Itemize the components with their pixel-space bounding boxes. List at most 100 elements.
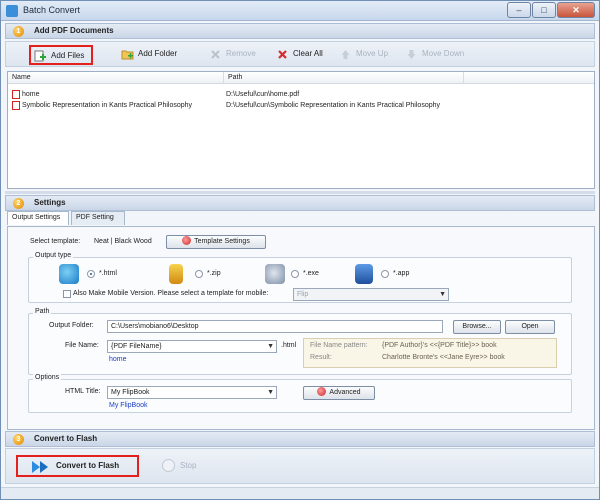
advanced-label: Advanced [329,389,361,396]
tab-pdf-setting[interactable]: PDF Setting [71,211,125,225]
step-3-badge: 3 [13,434,24,445]
section-convert-title: Convert to Flash [34,434,98,443]
pattern-value: {PDF Author}'s <<{PDF Title}>> book [382,342,497,349]
template-label: Select template: [30,238,81,245]
move-up-button[interactable]: Move Up [336,45,392,65]
list-item[interactable]: home D:\Useful\cun\home.pdf [8,89,594,100]
section-add-pdf-title: Add PDF Documents [34,26,114,35]
output-settings-panel: Select template: Neat | Black Wood Templ… [7,226,595,430]
clear-all-button[interactable]: Clear All [273,45,327,65]
html-globe-icon [59,264,79,284]
close-button[interactable]: ✕ [557,2,595,18]
html-title-value: My FlipBook [111,389,150,396]
browse-button[interactable]: Browse... [453,320,501,334]
output-zip-label[interactable]: *.zip [207,268,221,280]
batch-convert-window: Batch Convert – □ ✕ 1 Add PDF Documents … [0,0,600,500]
title-bar: Batch Convert – □ ✕ [1,1,599,21]
output-folder-label: Output Folder: [49,322,94,329]
tab-output-settings[interactable]: Output Settings [7,211,69,225]
mobile-version-label: Also Make Mobile Version. Please select … [73,290,269,297]
settings-tabs: Output Settings PDF Setting [7,211,595,227]
pdf-file-icon [12,90,20,99]
open-folder-button[interactable]: Open [505,320,555,334]
add-folder-button[interactable]: Add Folder [118,45,184,65]
step-2-badge: 2 [13,198,24,209]
move-down-label: Move Down [422,49,465,58]
output-exe-radio[interactable] [291,270,299,278]
add-files-icon [34,50,46,62]
section-convert-header[interactable]: 3 Convert to Flash [5,431,595,447]
output-folder-field[interactable]: C:\Users\mobiano6\Desktop [107,320,443,333]
mobile-template-select[interactable]: Flip ▼ [293,288,449,301]
output-app-label[interactable]: *.app [393,268,409,280]
remove-label: Remove [226,49,256,58]
maximize-button[interactable]: □ [532,2,556,18]
output-zip-radio[interactable] [195,270,203,278]
section-settings-header[interactable]: 2 Settings [5,195,595,211]
add-folder-icon [121,50,134,60]
app-icon [6,5,18,17]
convert-label: Convert to Flash [56,461,120,470]
move-up-icon [341,50,350,59]
file-toolbar: Add Files Add Folder Remove Clear All Mo… [5,41,595,67]
panel-splitter[interactable] [5,191,595,194]
advanced-button[interactable]: Advanced [303,386,375,400]
add-files-button[interactable]: Add Files [29,45,93,65]
list-header: Name Path [8,72,594,84]
template-settings-label: Template Settings [194,238,250,245]
html-title-label: HTML Title: [65,388,101,395]
remove-button[interactable]: Remove [206,45,264,65]
step-1-badge: 1 [13,26,24,37]
clear-all-icon [278,50,287,59]
output-html-label[interactable]: *.html [99,268,117,280]
path-title: Path [33,308,52,315]
move-up-label: Move Up [356,49,389,58]
section-settings-title: Settings [34,198,66,207]
file-name-field[interactable]: {PDF FileName} ▼ [107,340,277,353]
stop-icon [162,459,175,472]
result-value: Charlotte Bronte's <<Jane Eyre>> book [382,354,505,361]
add-folder-label: Add Folder [138,49,178,58]
template-settings-icon [182,236,192,245]
output-app-radio[interactable] [381,270,389,278]
chevron-down-icon: ▼ [267,389,274,396]
options-group: Options HTML Title: My FlipBook ▼ My Fli… [28,374,572,413]
pdf-file-icon [12,101,20,110]
file-name: Symbolic Representation in Kants Practic… [22,102,193,109]
section-add-pdf-header[interactable]: 1 Add PDF Documents [5,23,595,39]
remove-icon [211,50,220,59]
file-name-pattern-box: File Name pattern: {PDF Author}'s <<{PDF… [303,338,557,368]
output-type-title: Output type [33,252,74,259]
fast-forward-icon [32,461,48,473]
status-bar [1,487,599,499]
file-name-label: File Name: [65,342,99,349]
minimize-button[interactable]: – [507,2,531,18]
column-name-header[interactable]: Name [8,72,224,84]
result-label: Result: [310,354,332,361]
html-title-example: My FlipBook [109,402,148,409]
list-item[interactable]: Symbolic Representation in Kants Practic… [8,100,594,111]
file-name-example: home [109,356,127,363]
output-exe-label[interactable]: *.exe [303,268,319,280]
pdf-file-list[interactable]: Name Path home D:\Useful\cun\home.pdf Sy… [7,71,595,189]
file-name-value: {PDF FileName} [111,343,162,350]
output-type-group: Output type *.html *.zip *.exe *.app Als… [28,252,572,303]
template-settings-button[interactable]: Template Settings [166,235,266,249]
file-name: home [22,91,40,98]
move-down-icon [407,50,416,59]
zip-archive-icon [169,264,183,284]
stop-button[interactable]: Stop [162,459,197,472]
column-path-header[interactable]: Path [224,72,464,84]
file-path: D:\Useful\cun\Symbolic Representation in… [226,102,440,109]
html-title-field[interactable]: My FlipBook ▼ [107,386,277,399]
chevron-down-icon: ▼ [267,343,274,350]
mac-app-icon [355,264,373,284]
path-group: Path Output Folder: C:\Users\mobiano6\De… [28,308,572,375]
stop-label: Stop [180,461,197,470]
advanced-settings-icon [317,387,327,396]
mobile-version-checkbox[interactable] [63,290,71,298]
output-html-radio[interactable] [87,270,95,278]
move-down-button[interactable]: Move Down [402,45,468,65]
window-controls: – □ ✕ [507,2,595,18]
convert-to-flash-button[interactable]: Convert to Flash [16,455,139,477]
